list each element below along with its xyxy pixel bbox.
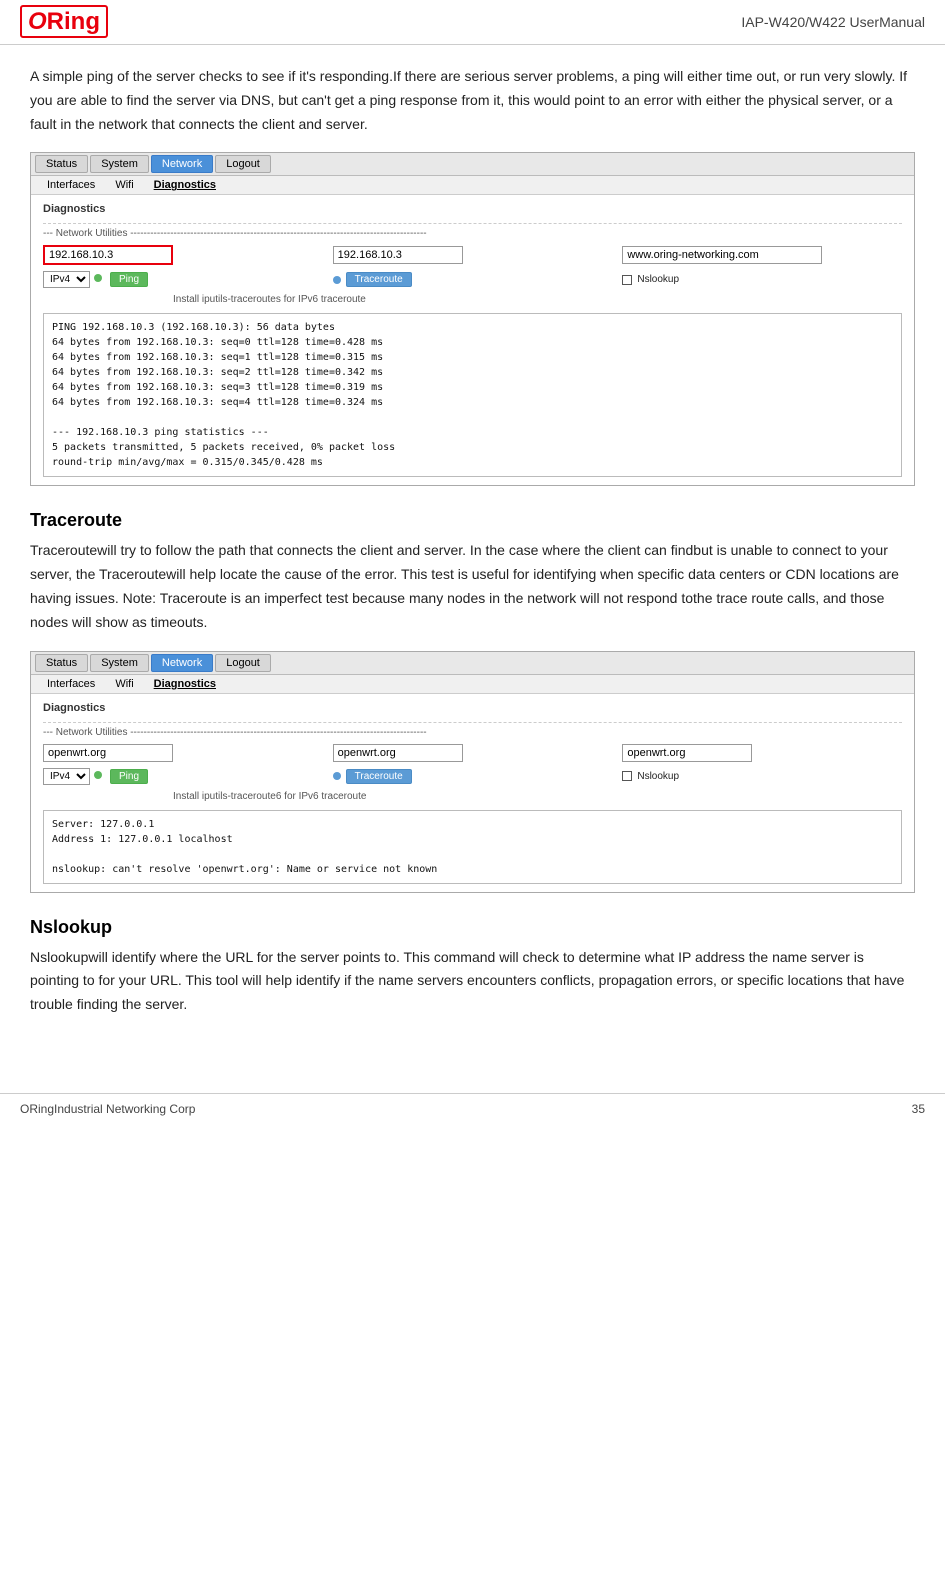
ping-input1[interactable] <box>43 245 173 265</box>
ping-output-line1: PING 192.168.10.3 (192.168.10.3): 56 dat… <box>52 320 893 335</box>
tr-traceroute-btn-col: Traceroute <box>333 769 613 784</box>
ping-output-line4: 64 bytes from 192.168.10.3: seq=2 ttl=12… <box>52 365 893 380</box>
tr-input3[interactable] <box>622 744 752 762</box>
ping-ipv-select[interactable]: IPv4IPv6 <box>43 271 90 288</box>
ping-button[interactable]: Ping <box>110 272 148 287</box>
footer-company: ORingIndustrial Networking Corp <box>20 1102 195 1116</box>
tr-output-blank <box>52 847 893 862</box>
tr-nslookup-checkbox[interactable] <box>622 771 632 781</box>
ping-sub-nav: Interfaces Wifi Diagnostics <box>31 176 914 195</box>
ping-col2 <box>333 246 613 264</box>
tr-ipv-select[interactable]: IPv4IPv6 <box>43 768 90 785</box>
ping-mockup: Status System Network Logout Interfaces … <box>30 152 915 486</box>
ping-col3 <box>622 246 902 264</box>
sub-interfaces[interactable]: Interfaces <box>39 178 103 192</box>
tr-green-dot <box>94 771 102 779</box>
traceroute-dot <box>333 276 341 284</box>
tr-col2 <box>333 744 613 762</box>
nslookup-checkbox[interactable] <box>622 275 632 285</box>
ping-section-title: Diagnostics <box>43 203 902 215</box>
nav-logout[interactable]: Logout <box>215 155 271 173</box>
ping-network-utilities-label: --- Network Utilities ------------------… <box>43 223 902 239</box>
ping-output-packets: 5 packets transmitted, 5 packets receive… <box>52 440 893 455</box>
tr-input2[interactable] <box>333 744 463 762</box>
ping-output-line6: 64 bytes from 192.168.10.3: seq=4 ttl=12… <box>52 395 893 410</box>
ping-input-row <box>43 245 902 265</box>
tr-nav-status[interactable]: Status <box>35 654 88 672</box>
ping-input3[interactable] <box>622 246 822 264</box>
tr-input-row <box>43 744 902 762</box>
tr-col1 <box>43 744 323 762</box>
tr-sub-interfaces[interactable]: Interfaces <box>39 677 103 691</box>
traceroute-sub-nav: Interfaces Wifi Diagnostics <box>31 675 914 694</box>
traceroute-heading: Traceroute <box>30 510 915 531</box>
header-title: IAP-W420/W422 UserManual <box>741 14 925 30</box>
sub-diagnostics[interactable]: Diagnostics <box>146 178 224 192</box>
ping-input2[interactable] <box>333 246 463 264</box>
tr-nslookup-btn-col: Nslookup <box>622 771 902 782</box>
tr-output: Server: 127.0.0.1 Address 1: 127.0.0.1 l… <box>43 810 902 884</box>
traceroute-btn-col: Traceroute <box>333 272 613 287</box>
ping-output: PING 192.168.10.3 (192.168.10.3): 56 dat… <box>43 313 902 477</box>
page-header: ORing IAP-W420/W422 UserManual <box>0 0 945 45</box>
traceroute-button[interactable]: Traceroute <box>346 272 412 287</box>
ping-green-dot <box>94 274 102 282</box>
tr-sub-wifi[interactable]: Wifi <box>107 677 141 691</box>
ping-select-row: IPv4IPv6 Ping <box>43 271 323 288</box>
tr-nslookup-label: Nslookup <box>637 771 679 782</box>
tr-section-title: Diagnostics <box>43 702 902 714</box>
tr-ping-button[interactable]: Ping <box>110 769 148 784</box>
traceroute-ui-body: Diagnostics --- Network Utilities ------… <box>31 694 914 892</box>
ping-output-blank <box>52 410 893 425</box>
intro-paragraph: A simple ping of the server checks to se… <box>30 65 915 136</box>
ping-output-rtt: round-trip min/avg/max = 0.315/0.345/0.4… <box>52 455 893 470</box>
nav-system[interactable]: System <box>90 155 149 173</box>
logo-text: ORing <box>20 8 108 36</box>
ping-control-row: IPv4IPv6 Ping Traceroute Nslookup <box>43 271 902 288</box>
tr-traceroute-button[interactable]: Traceroute <box>346 769 412 784</box>
nav-network[interactable]: Network <box>151 155 213 173</box>
tr-output-line3: nslookup: can't resolve 'openwrt.org': N… <box>52 862 893 877</box>
traceroute-nav-bar: Status System Network Logout <box>31 652 914 675</box>
nslookup-label: Nslookup <box>637 274 679 285</box>
tr-ipv6-note: Install iputils-traceroute6 for IPv6 tra… <box>43 791 902 802</box>
tr-output-line1: Server: 127.0.0.1 <box>52 817 893 832</box>
ping-nav-bar: Status System Network Logout <box>31 153 914 176</box>
ping-output-line5: 64 bytes from 192.168.10.3: seq=3 ttl=12… <box>52 380 893 395</box>
ping-output-stats: --- 192.168.10.3 ping statistics --- <box>52 425 893 440</box>
tr-nav-network[interactable]: Network <box>151 654 213 672</box>
tr-input1[interactable] <box>43 744 173 762</box>
traceroute-paragraph: Traceroutewill try to follow the path th… <box>30 539 915 634</box>
tr-dot-wrap <box>94 771 104 782</box>
ping-output-line3: 64 bytes from 192.168.10.3: seq=1 ttl=12… <box>52 350 893 365</box>
footer-page-number: 35 <box>912 1102 925 1116</box>
traceroute-mockup: Status System Network Logout Interfaces … <box>30 651 915 893</box>
ping-ui-body: Diagnostics --- Network Utilities ------… <box>31 195 914 485</box>
tr-col3 <box>622 744 902 762</box>
ping-ipv6-note: Install iputils-traceroutes for IPv6 tra… <box>43 294 902 305</box>
ping-col1 <box>43 245 323 265</box>
tr-network-utilities-label: --- Network Utilities ------------------… <box>43 722 902 738</box>
nav-status[interactable]: Status <box>35 155 88 173</box>
tr-control-row: IPv4IPv6 Ping Traceroute Nslookup <box>43 768 902 785</box>
nslookup-heading: Nslookup <box>30 917 915 938</box>
sub-wifi[interactable]: Wifi <box>107 178 141 192</box>
tr-nav-logout[interactable]: Logout <box>215 654 271 672</box>
ping-output-line2: 64 bytes from 192.168.10.3: seq=0 ttl=12… <box>52 335 893 350</box>
tr-output-line2: Address 1: 127.0.0.1 localhost <box>52 832 893 847</box>
page-footer: ORingIndustrial Networking Corp 35 <box>0 1093 945 1124</box>
nslookup-paragraph: Nslookupwill identify where the URL for … <box>30 946 915 1017</box>
tr-traceroute-dot <box>333 772 341 780</box>
nslookup-btn-col: Nslookup <box>622 274 902 285</box>
ping-dot <box>94 274 104 285</box>
logo: ORing <box>20 8 108 36</box>
main-content: A simple ping of the server checks to se… <box>0 45 945 1053</box>
tr-nav-system[interactable]: System <box>90 654 149 672</box>
tr-sub-diagnostics[interactable]: Diagnostics <box>146 677 224 691</box>
tr-select-row: IPv4IPv6 Ping <box>43 768 323 785</box>
